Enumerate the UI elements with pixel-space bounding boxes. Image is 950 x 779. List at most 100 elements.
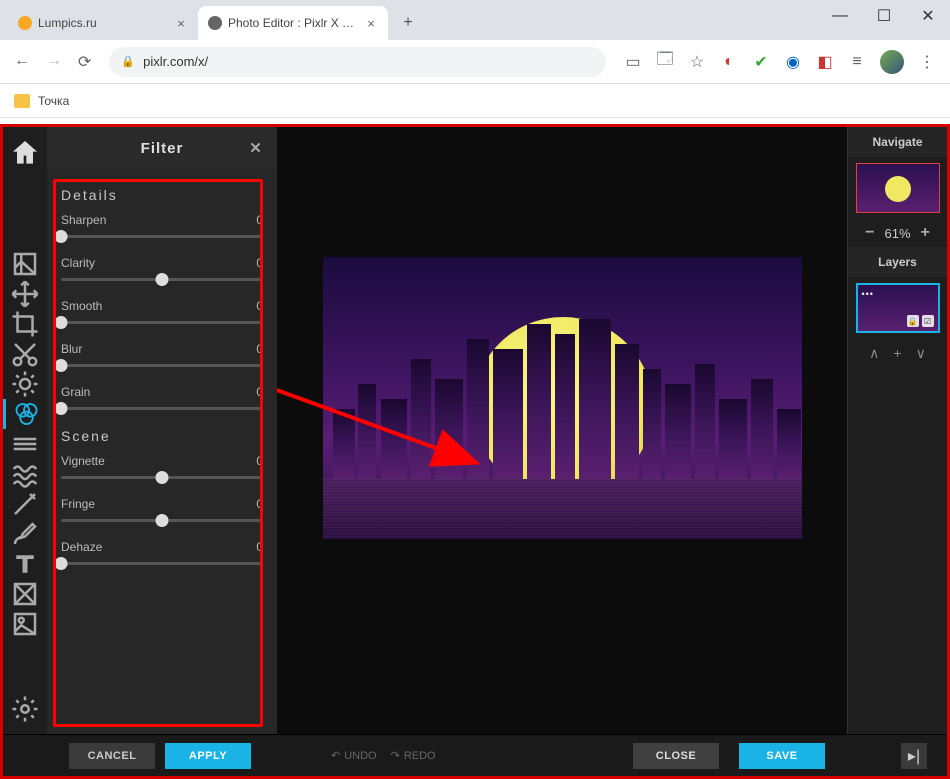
layer-up-button[interactable]: ∧ bbox=[869, 345, 879, 362]
slider-label: Dehaze bbox=[61, 540, 102, 554]
slider-label: Grain bbox=[61, 385, 90, 399]
menu-icon[interactable]: ⋮ bbox=[918, 53, 936, 71]
reading-list-icon[interactable]: ≡ bbox=[848, 53, 866, 71]
draw-tool[interactable] bbox=[3, 519, 47, 549]
text-tool[interactable] bbox=[3, 549, 47, 579]
close-window-button[interactable]: ✕ bbox=[906, 0, 950, 32]
apply-button[interactable]: APPLY bbox=[165, 743, 251, 769]
maximize-button[interactable]: ☐ bbox=[862, 0, 906, 32]
navigate-header: Navigate bbox=[848, 127, 947, 157]
layer-options-icon[interactable]: ••• bbox=[862, 289, 874, 299]
layer-add-button[interactable]: + bbox=[893, 345, 901, 361]
slider-label: Smooth bbox=[61, 299, 102, 313]
crop-tool[interactable] bbox=[3, 309, 47, 339]
address-bar: ← → ⟳ 🔒 pixlr.com/x/ ▭ 🗔 ☆ ◐ ✔ ◉ ◧ ≡ ⋮ bbox=[0, 40, 950, 84]
close-icon[interactable]: × bbox=[364, 16, 378, 30]
slider-label: Blur bbox=[61, 342, 82, 356]
slider-grain: Grain 0 bbox=[61, 385, 263, 410]
settings-button[interactable] bbox=[3, 694, 47, 724]
reload-button[interactable]: ⟳ bbox=[78, 52, 91, 72]
translate-icon[interactable]: 🗔 bbox=[656, 53, 674, 71]
bookmark-item[interactable]: Точка bbox=[38, 94, 69, 108]
slider-thumb[interactable] bbox=[156, 273, 169, 286]
adjust-tool[interactable] bbox=[3, 369, 47, 399]
cut-tool[interactable] bbox=[3, 339, 47, 369]
save-button[interactable]: SAVE bbox=[739, 743, 825, 769]
layer-thumbnail[interactable]: ••• 🔒 ☑ bbox=[856, 283, 940, 333]
slider-sharpen: Sharpen0 bbox=[61, 213, 263, 238]
section-label: Details bbox=[61, 187, 263, 203]
back-button[interactable]: ← bbox=[14, 52, 30, 72]
slider-track[interactable] bbox=[61, 476, 263, 479]
minimize-button[interactable]: — bbox=[818, 0, 862, 32]
slider-track[interactable] bbox=[61, 235, 263, 238]
close-button[interactable]: CLOSE bbox=[633, 743, 719, 769]
heal-tool[interactable] bbox=[3, 489, 47, 519]
slider-thumb[interactable] bbox=[156, 514, 169, 527]
forward-button[interactable]: → bbox=[46, 52, 62, 72]
zoom-in-button[interactable]: + bbox=[921, 224, 930, 242]
new-tab-button[interactable]: + bbox=[394, 9, 422, 37]
canvas-area[interactable] bbox=[277, 127, 847, 734]
filter-panel: Filter ✕ DetailsSharpen0Clarity0Smooth0B… bbox=[47, 127, 277, 734]
slider-value: 0 bbox=[256, 540, 263, 554]
slider-thumb[interactable] bbox=[55, 316, 68, 329]
url-field[interactable]: 🔒 pixlr.com/x/ bbox=[109, 47, 606, 77]
zoom-value: 61% bbox=[884, 226, 910, 241]
panel-title-text: Filter bbox=[141, 140, 184, 157]
visible-icon[interactable]: ☑ bbox=[922, 315, 934, 327]
slider-track[interactable] bbox=[61, 407, 263, 410]
slider-thumb[interactable] bbox=[55, 402, 68, 415]
slider-track[interactable] bbox=[61, 321, 263, 324]
browser-chrome: Lumpics.ru × Photo Editor : Pixlr X - fr… bbox=[0, 0, 950, 124]
canvas-image[interactable] bbox=[323, 257, 802, 539]
browser-tab-1[interactable]: Photo Editor : Pixlr X - free image edit… bbox=[198, 6, 388, 40]
slider-value: 0 bbox=[256, 256, 263, 270]
slider-blur: Blur0 bbox=[61, 342, 263, 367]
lock-icon: 🔒 bbox=[907, 315, 919, 327]
browser-tab-0[interactable]: Lumpics.ru × bbox=[8, 6, 198, 40]
slider-value: 0 bbox=[256, 385, 263, 399]
bookmarks-bar: Точка bbox=[0, 84, 950, 118]
navigate-thumbnail[interactable] bbox=[856, 163, 940, 213]
profile-avatar[interactable] bbox=[880, 50, 904, 74]
move-tool[interactable] bbox=[3, 279, 47, 309]
filter-tool[interactable] bbox=[3, 399, 47, 429]
cast-icon[interactable]: ▭ bbox=[624, 53, 642, 71]
slider-thumb[interactable] bbox=[55, 557, 68, 570]
layers-header: Layers bbox=[848, 247, 947, 277]
slider-thumb[interactable] bbox=[156, 471, 169, 484]
ext-red-icon[interactable]: ◧ bbox=[816, 53, 834, 71]
effects-tool[interactable] bbox=[3, 429, 47, 459]
image-tool[interactable] bbox=[3, 249, 47, 279]
slider-thumb[interactable] bbox=[55, 230, 68, 243]
redo-button[interactable]: ↷ REDO bbox=[391, 749, 436, 762]
star-icon[interactable]: ☆ bbox=[688, 53, 706, 71]
element-tool[interactable] bbox=[3, 579, 47, 609]
undo-button[interactable]: ↶ UNDO bbox=[331, 749, 377, 762]
slider-value: 0 bbox=[256, 497, 263, 511]
layer-down-button[interactable]: ∨ bbox=[916, 345, 926, 362]
home-button[interactable] bbox=[9, 137, 41, 169]
window-controls: — ☐ ✕ bbox=[818, 0, 950, 40]
close-panel-button[interactable]: ✕ bbox=[245, 137, 267, 159]
slider-track[interactable] bbox=[61, 519, 263, 522]
tool-rail bbox=[3, 127, 47, 734]
close-icon[interactable]: × bbox=[174, 16, 188, 30]
zoom-out-button[interactable]: − bbox=[865, 224, 874, 242]
section-label: Scene bbox=[61, 428, 263, 444]
liquify-tool[interactable] bbox=[3, 459, 47, 489]
ext-check-icon[interactable]: ✔ bbox=[752, 53, 770, 71]
ext-blue-icon[interactable]: ◉ bbox=[784, 53, 802, 71]
pixlr-app: Filter ✕ DetailsSharpen0Clarity0Smooth0B… bbox=[0, 124, 950, 779]
cancel-button[interactable]: CANCEL bbox=[69, 743, 155, 769]
slider-track[interactable] bbox=[61, 562, 263, 565]
add-image-tool[interactable] bbox=[3, 609, 47, 639]
slider-thumb[interactable] bbox=[55, 359, 68, 372]
extension-icons: ▭ 🗔 ☆ ◐ ✔ ◉ ◧ ≡ ⋮ bbox=[618, 50, 942, 74]
slider-track[interactable] bbox=[61, 278, 263, 281]
slider-track[interactable] bbox=[61, 364, 263, 367]
expand-button[interactable]: ▸| bbox=[901, 743, 927, 769]
app-footer: CANCEL APPLY ↶ UNDO ↷ REDO CLOSE SAVE ▸| bbox=[3, 734, 947, 776]
ext-adblock-icon[interactable]: ◐ bbox=[720, 53, 738, 71]
